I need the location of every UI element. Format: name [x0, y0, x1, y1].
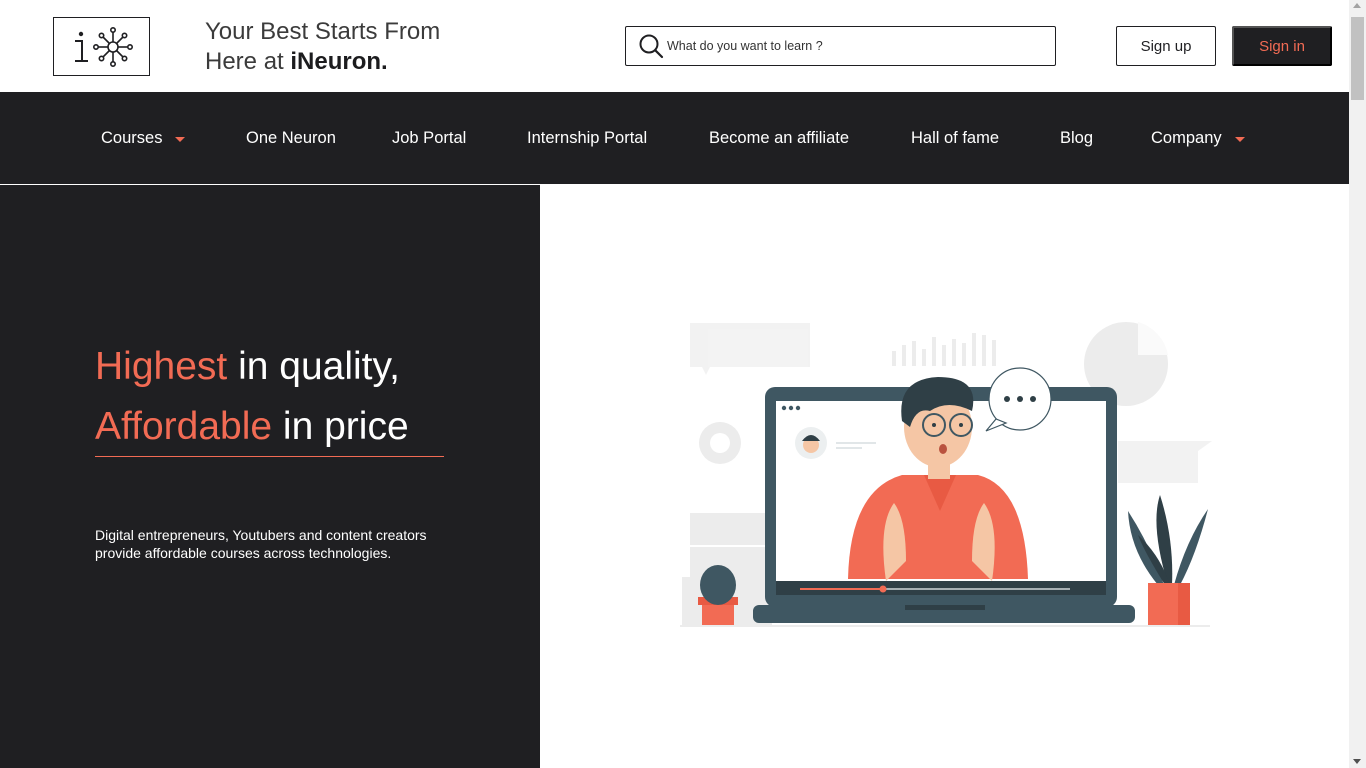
nav-item-label: One Neuron — [246, 128, 336, 147]
headline-line-1: Highest in quality, — [95, 337, 409, 397]
nav-item-label: Become an affiliate — [709, 128, 850, 147]
scroll-up-arrow-icon[interactable] — [1353, 3, 1361, 8]
sign-in-button[interactable]: Sign in — [1232, 26, 1332, 66]
search-icon[interactable] — [637, 32, 665, 60]
search-input[interactable] — [667, 39, 1037, 53]
chevron-down-icon — [1234, 136, 1245, 142]
tagline: Your Best Starts From Here at iNeuron. — [205, 17, 440, 77]
chevron-down-icon — [175, 136, 186, 142]
headline-accent-1: Highest — [95, 345, 228, 388]
nav-item-become-affiliate[interactable]: Become an affiliate — [709, 92, 849, 184]
hero-headline: Highest in quality, Affordable in price — [95, 337, 409, 457]
nav-item-label: Company — [1151, 128, 1222, 147]
header: Your Best Starts From Here at iNeuron. S… — [0, 0, 1349, 92]
nav-item-blog[interactable]: Blog — [1060, 92, 1093, 184]
page-scrollbar[interactable] — [1349, 0, 1366, 768]
search-bar[interactable] — [625, 26, 1056, 66]
nav-item-label: Job Portal — [392, 128, 467, 147]
nav-item-internship-portal[interactable]: Internship Portal — [527, 92, 647, 184]
sign-up-button[interactable]: Sign up — [1116, 26, 1216, 66]
nav-item-job-portal[interactable]: Job Portal — [392, 92, 466, 184]
tagline-brand: iNeuron. — [290, 48, 388, 75]
online-teacher-illustration — [680, 322, 1212, 627]
headline-rest-1: in quality, — [227, 345, 400, 388]
logo[interactable] — [53, 17, 150, 76]
page: Your Best Starts From Here at iNeuron. S… — [0, 0, 1366, 768]
headline-accent-2: Affordable — [95, 405, 273, 448]
main-nav: Courses One Neuron Job Portal Internship… — [0, 92, 1349, 184]
scroll-down-arrow-icon[interactable] — [1353, 759, 1361, 764]
tagline-prefix: Here at — [205, 48, 291, 75]
hero-description: Digital entrepreneurs, Youtubers and con… — [95, 527, 427, 561]
scroll-thumb[interactable] — [1351, 17, 1364, 100]
nav-item-company[interactable]: Company — [1151, 92, 1245, 184]
headline-line-2: Affordable in price — [95, 397, 409, 457]
headline-underline — [95, 456, 444, 457]
hero-left-panel — [0, 185, 540, 768]
nav-item-label: Internship Portal — [527, 128, 648, 147]
headline-rest-2: in price — [272, 405, 409, 448]
nav-item-courses[interactable]: Courses — [101, 92, 186, 184]
nav-item-label: Courses — [101, 128, 163, 147]
nav-item-label: Hall of fame — [911, 128, 1000, 147]
ineuron-logo-icon — [74, 26, 133, 67]
tagline-line-2: Here at iNeuron. — [205, 47, 440, 77]
nav-item-label: Blog — [1060, 128, 1094, 147]
nav-item-one-neuron[interactable]: One Neuron — [246, 92, 336, 184]
tagline-line-1: Your Best Starts From — [205, 18, 441, 45]
nav-item-hall-of-fame[interactable]: Hall of fame — [911, 92, 999, 184]
